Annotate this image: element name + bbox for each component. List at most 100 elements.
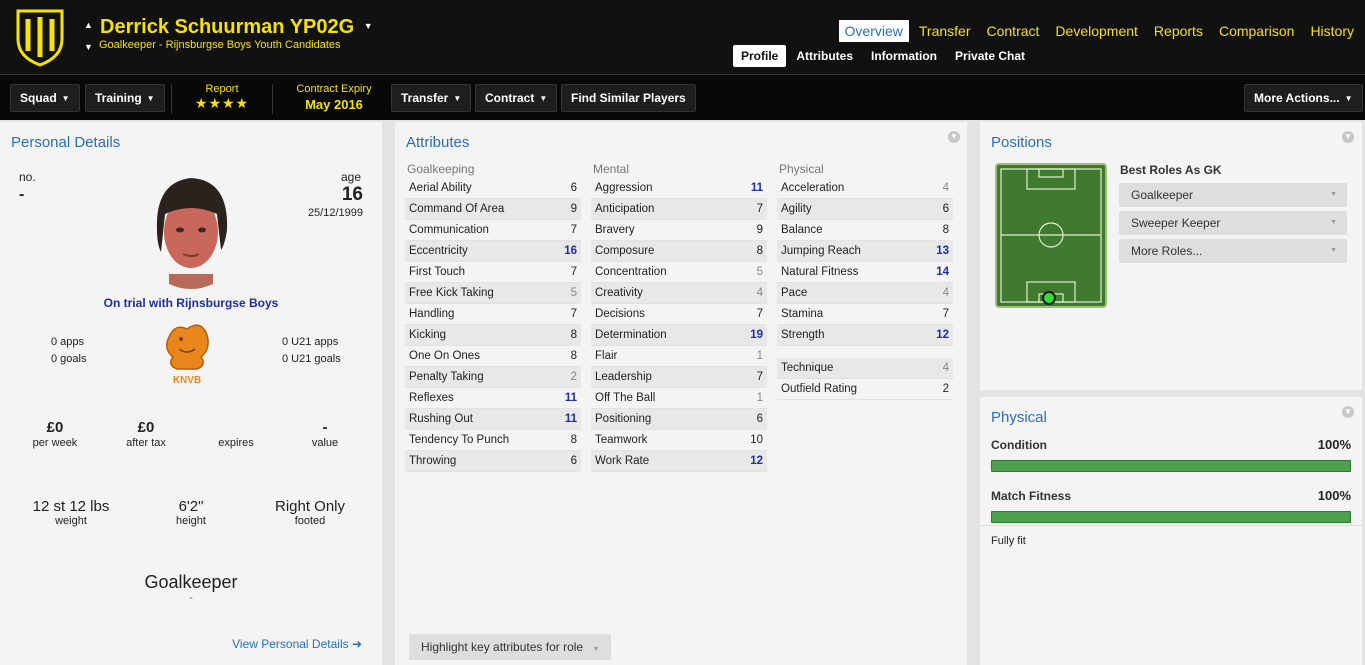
attribute-row-free-kick-taking[interactable]: Free Kick Taking 5 — [405, 283, 581, 304]
more-actions-label: More Actions... — [1254, 91, 1340, 105]
attribute-row-stamina[interactable]: Stamina 7 — [777, 304, 953, 325]
attribute-row-creativity[interactable]: Creativity 4 — [591, 283, 767, 304]
attribute-name: Decisions — [595, 308, 645, 320]
chevron-down-icon: ▼ — [1344, 94, 1353, 103]
weight-value: 12 st 12 lbs — [32, 498, 110, 515]
attribute-row-strength[interactable]: Strength 12 — [777, 325, 953, 346]
fitness-status: Fully fit — [991, 535, 1026, 547]
highlight-key-attributes-button[interactable]: Highlight key attributes for role ▼ — [409, 634, 612, 660]
attribute-value: 6 — [570, 182, 577, 194]
attribute-row-pace[interactable]: Pace 4 — [777, 283, 953, 304]
attribute-row-reflexes[interactable]: Reflexes 11 — [405, 388, 581, 409]
view-personal-details-link[interactable]: View Personal Details ➜ — [232, 637, 362, 651]
sub-tabs: Profile Attributes Information Private C… — [733, 45, 1033, 67]
attribute-value: 4 — [942, 362, 949, 374]
prev-player-arrow[interactable]: ▲ — [84, 20, 93, 30]
tab-comparison[interactable]: Comparison — [1213, 20, 1300, 42]
player-menu-icon[interactable]: ▼ — [364, 21, 373, 31]
attribute-row-flair[interactable]: Flair 1 — [591, 346, 767, 367]
attribute-row-balance[interactable]: Balance 8 — [777, 220, 953, 241]
tab-reports[interactable]: Reports — [1148, 20, 1209, 42]
attribute-row-penalty-taking[interactable]: Penalty Taking 2 — [405, 367, 581, 388]
attribute-row-teamwork[interactable]: Teamwork 10 — [591, 430, 767, 451]
subtab-information[interactable]: Information — [863, 45, 945, 67]
collapse-icon[interactable]: ▼ — [1342, 131, 1354, 143]
attribute-row-first-touch[interactable]: First Touch 7 — [405, 262, 581, 283]
attribute-row-jumping-reach[interactable]: Jumping Reach 13 — [777, 241, 953, 262]
attribute-row-concentration[interactable]: Concentration 5 — [591, 262, 767, 283]
attribute-row-one-on-ones[interactable]: One On Ones 8 — [405, 346, 581, 367]
attribute-row-command-of-area[interactable]: Command Of Area 9 — [405, 199, 581, 220]
pitch-diagram[interactable] — [995, 163, 1107, 308]
attribute-row-communication[interactable]: Communication 7 — [405, 220, 581, 241]
report-summary[interactable]: Report ★★★★ — [188, 83, 256, 112]
tab-history[interactable]: History — [1304, 20, 1360, 42]
attribute-value: 13 — [936, 245, 949, 257]
report-stars: ★★★★ — [194, 95, 250, 111]
column-heading: Physical — [779, 162, 824, 176]
attribute-name: Eccentricity — [409, 245, 468, 257]
attribute-row-positioning[interactable]: Positioning 6 — [591, 409, 767, 430]
attribute-row-anticipation[interactable]: Anticipation 7 — [591, 199, 767, 220]
trial-status-link[interactable]: On trial with Rijnsburgse Boys — [0, 296, 382, 310]
attribute-row-determination[interactable]: Determination 19 — [591, 325, 767, 346]
attribute-row-composure[interactable]: Composure 8 — [591, 241, 767, 262]
find-similar-players-button[interactable]: Find Similar Players — [561, 84, 696, 112]
attribute-list: Acceleration 4 Agility 6 Balance 8 Jumping Rea… — [777, 178, 953, 346]
attribute-row-outfield-rating[interactable]: Outfield Rating 2 — [777, 379, 953, 400]
training-button[interactable]: Training ▼ — [85, 84, 165, 112]
chevron-down-icon: ▼ — [61, 94, 70, 103]
attribute-row-kicking[interactable]: Kicking 8 — [405, 325, 581, 346]
attribute-name: Kicking — [409, 329, 447, 341]
goalkeeper-position-marker — [1042, 291, 1056, 305]
collapse-icon[interactable]: ▼ — [1342, 406, 1354, 418]
subtab-attributes[interactable]: Attributes — [788, 45, 861, 67]
attribute-row-aerial-ability[interactable]: Aerial Ability 6 — [405, 178, 581, 199]
next-player-arrow[interactable]: ▼ — [84, 42, 93, 52]
attribute-row-tendency-to-punch[interactable]: Tendency To Punch 8 — [405, 430, 581, 451]
attribute-row-technique[interactable]: Technique 4 — [777, 358, 953, 379]
attribute-value: 8 — [756, 245, 763, 257]
attribute-row-rushing-out[interactable]: Rushing Out 11 — [405, 409, 581, 430]
knvb-lion-badge-icon[interactable]: KNVB — [161, 317, 213, 387]
more-actions-button[interactable]: More Actions... ▼ — [1244, 84, 1363, 112]
attribute-row-acceleration[interactable]: Acceleration 4 — [777, 178, 953, 199]
club-crest-icon — [16, 9, 64, 67]
subtab-profile[interactable]: Profile — [733, 45, 787, 67]
attribute-name: Free Kick Taking — [409, 287, 494, 299]
tab-transfer[interactable]: Transfer — [913, 20, 977, 42]
attribute-row-bravery[interactable]: Bravery 9 — [591, 220, 767, 241]
role-goalkeeper-dropdown[interactable]: Goalkeeper ▼ — [1119, 183, 1347, 207]
subtab-private-chat[interactable]: Private Chat — [947, 45, 1033, 67]
tab-contract[interactable]: Contract — [981, 20, 1046, 42]
tab-overview[interactable]: Overview — [838, 20, 909, 42]
attribute-row-agility[interactable]: Agility 6 — [777, 199, 953, 220]
attribute-row-off-the-ball[interactable]: Off The Ball 1 — [591, 388, 767, 409]
attribute-row-aggression[interactable]: Aggression 11 — [591, 178, 767, 199]
attribute-value: 2 — [570, 371, 577, 383]
transfer-button[interactable]: Transfer ▼ — [391, 84, 472, 112]
role-label: Sweeper Keeper — [1131, 216, 1221, 230]
tab-development[interactable]: Development — [1049, 20, 1144, 42]
attribute-value: 7 — [570, 224, 577, 236]
contract-button[interactable]: Contract ▼ — [475, 84, 558, 112]
attribute-row-throwing[interactable]: Throwing 6 — [405, 451, 581, 472]
attribute-row-natural-fitness[interactable]: Natural Fitness 14 — [777, 262, 953, 283]
attribute-row-handling[interactable]: Handling 7 — [405, 304, 581, 325]
attribute-row-leadership[interactable]: Leadership 7 — [591, 367, 767, 388]
collapse-icon[interactable]: ▼ — [948, 131, 960, 143]
attribute-row-eccentricity[interactable]: Eccentricity 16 — [405, 241, 581, 262]
role-sweeper-keeper-dropdown[interactable]: Sweeper Keeper ▼ — [1119, 211, 1347, 235]
attribute-name: One On Ones — [409, 350, 480, 362]
attribute-name: Concentration — [595, 266, 667, 278]
chevron-down-icon: ▼ — [146, 94, 155, 103]
attribute-value: 11 — [564, 392, 577, 404]
more-roles-dropdown[interactable]: More Roles... ▼ — [1119, 239, 1347, 263]
highlight-button-label: Highlight key attributes for role — [421, 640, 584, 654]
squad-button[interactable]: Squad ▼ — [10, 84, 80, 112]
attribute-row-decisions[interactable]: Decisions 7 — [591, 304, 767, 325]
attribute-name: Technique — [781, 362, 834, 374]
attribute-row-work-rate[interactable]: Work Rate 12 — [591, 451, 767, 472]
attribute-name: Natural Fitness — [781, 266, 859, 278]
age-label: age — [341, 170, 362, 184]
